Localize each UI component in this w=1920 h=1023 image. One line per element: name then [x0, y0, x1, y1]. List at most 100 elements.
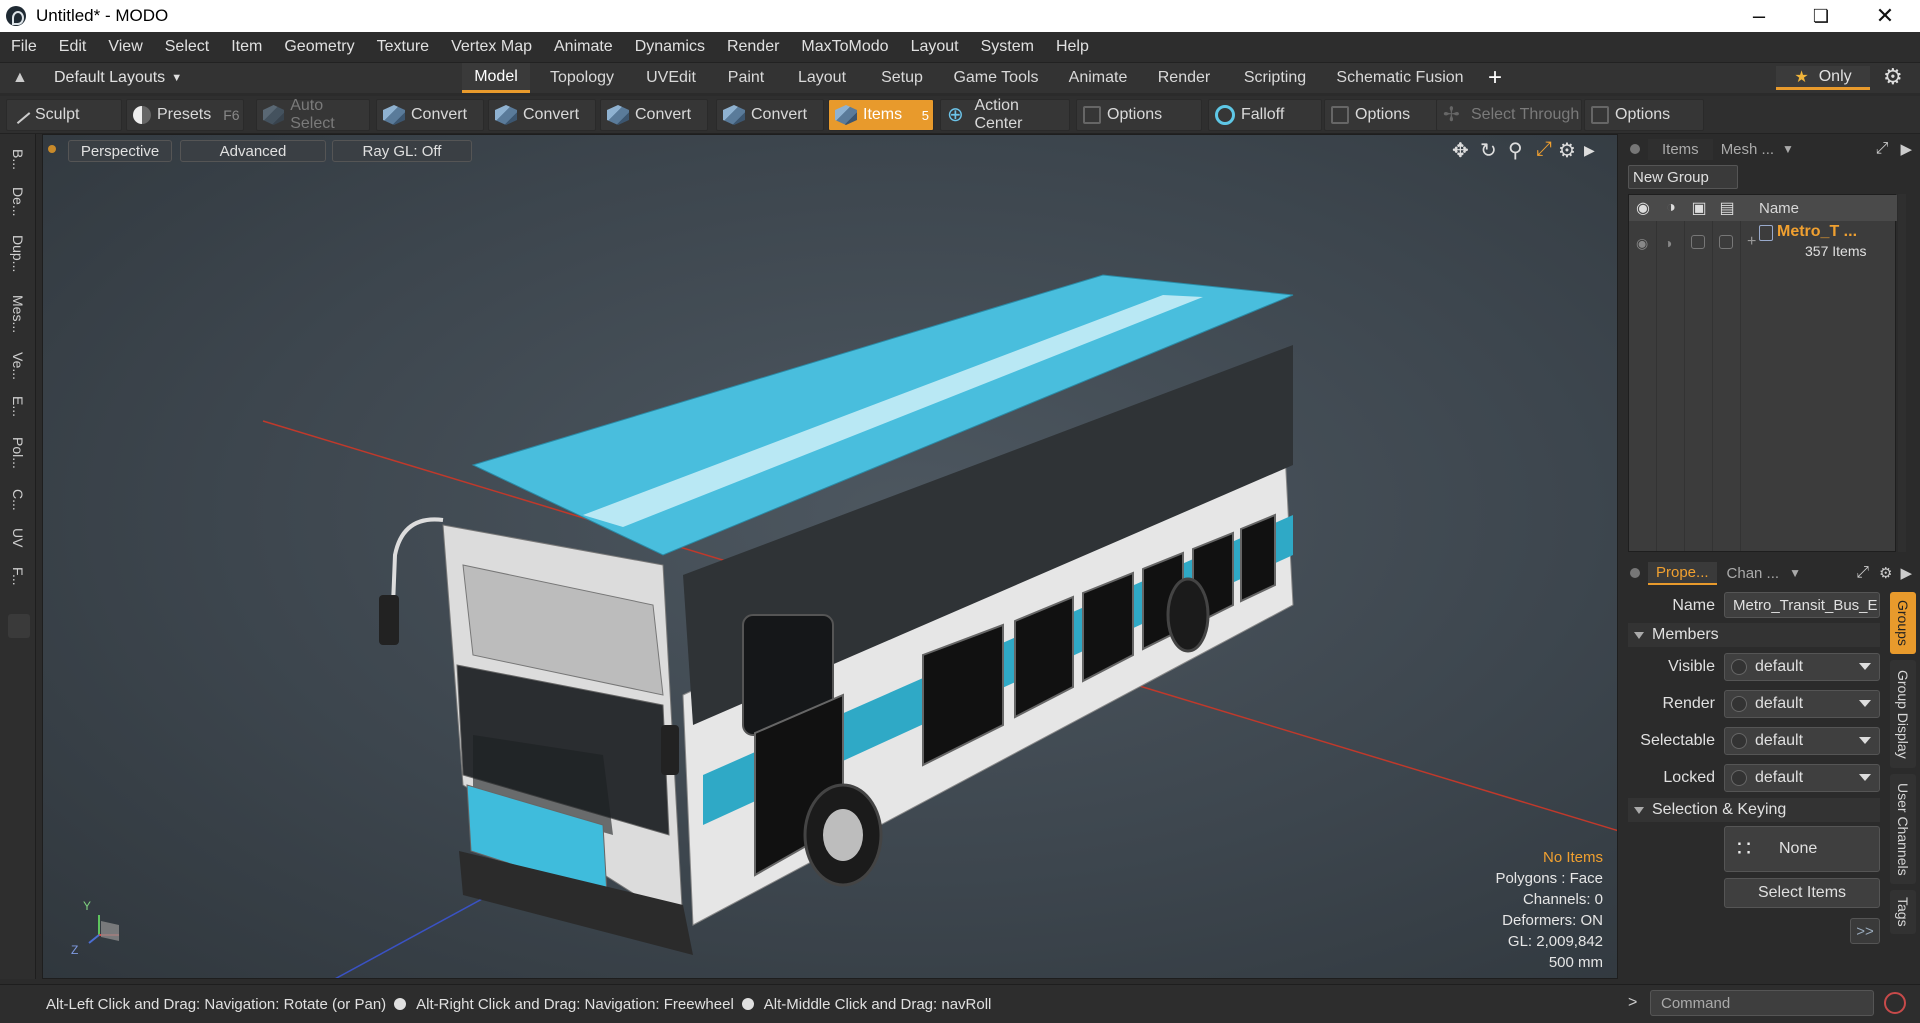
convert-button-3[interactable]: Convert — [600, 99, 708, 131]
sidetab-group-display[interactable]: Group Display — [1890, 660, 1916, 768]
3d-viewport[interactable]: Y Z No Items Polygons : Face Channels: 0… — [42, 134, 1618, 979]
panel-menu-icon[interactable]: ▶ — [1900, 564, 1912, 582]
viewport-gear-icon[interactable]: ⚙ — [1558, 138, 1576, 163]
select-cube-icon[interactable]: ▣ — [1685, 198, 1713, 218]
menu-file[interactable]: File — [0, 38, 48, 56]
action-center-button[interactable]: ⊕ Action Center — [940, 97, 1070, 132]
select-items-button[interactable]: Select Items — [1724, 878, 1880, 908]
more-options-button[interactable]: >> — [1850, 918, 1880, 944]
pan-move-icon[interactable]: ✥ — [1452, 138, 1469, 163]
tab-topology[interactable]: Topology — [540, 63, 624, 93]
new-group-button[interactable]: New Group — [1628, 165, 1738, 189]
menu-help[interactable]: Help — [1045, 38, 1100, 56]
tab-schematic-fusion[interactable]: Schematic Fusion — [1330, 63, 1470, 93]
visibility-eye-icon[interactable]: ◉ — [1629, 198, 1657, 218]
lefttab-edge[interactable]: E... — [6, 390, 30, 424]
menu-item[interactable]: Item — [220, 38, 273, 56]
menu-system[interactable]: System — [970, 38, 1045, 56]
render-icon[interactable]: ◑ — [1657, 199, 1685, 217]
sculpt-button[interactable]: Sculpt — [6, 99, 122, 131]
locked-dropdown[interactable]: default — [1724, 764, 1880, 792]
tab-setup[interactable]: Setup — [870, 63, 934, 93]
raygl-toggle-button[interactable]: Ray GL: Off — [332, 140, 472, 162]
expand-plus-icon[interactable]: + — [1747, 233, 1756, 251]
lefttab-duplicate[interactable]: Dup... — [6, 226, 30, 282]
menu-dynamics[interactable]: Dynamics — [624, 38, 716, 56]
add-tab-plus-icon[interactable]: + — [1480, 63, 1510, 93]
view-perspective-button[interactable]: Perspective — [68, 140, 172, 162]
sidetab-groups[interactable]: Groups — [1890, 592, 1916, 654]
tab-uvedit[interactable]: UVEdit — [634, 63, 708, 93]
expand-panel-icon[interactable]: ⤢ — [1876, 140, 1889, 158]
action-center-options-button[interactable]: Options — [1076, 99, 1202, 131]
maximize-viewport-icon[interactable]: ⤢ — [1536, 138, 1552, 161]
lefttab-curve[interactable]: C... — [6, 482, 30, 518]
lock-checkbox[interactable] — [1719, 235, 1733, 249]
gear-icon[interactable]: ⚙ — [1883, 64, 1903, 90]
groups-list-scrollbar[interactable] — [1898, 194, 1906, 552]
tab-layout[interactable]: Layout — [784, 63, 860, 93]
render-dropdown[interactable]: default — [1724, 690, 1880, 718]
menu-view[interactable]: View — [97, 38, 153, 56]
tab-channels[interactable]: Chan ... — [1717, 563, 1790, 584]
visible-dropdown[interactable]: default — [1724, 653, 1880, 681]
select-options-button[interactable]: Options — [1584, 99, 1704, 131]
menu-render[interactable]: Render — [716, 38, 790, 56]
command-input[interactable]: Command — [1650, 990, 1874, 1016]
tab-paint[interactable]: Paint — [718, 63, 774, 93]
lefttab-fusion[interactable]: F... — [6, 558, 30, 594]
auto-select-button[interactable]: Auto Select — [256, 97, 370, 132]
only-toggle[interactable]: ★ Only — [1776, 66, 1870, 90]
chevron-down-icon[interactable]: ▼ — [1789, 566, 1801, 580]
items-mode-button[interactable]: Items 5 — [828, 99, 934, 131]
zoom-icon[interactable]: ⚲ — [1508, 138, 1523, 163]
tab-animate[interactable]: Animate — [1058, 63, 1138, 93]
chevron-down-icon[interactable]: ▼ — [1782, 142, 1794, 156]
keying-none-button[interactable]: ∷ None — [1724, 826, 1880, 872]
menu-select[interactable]: Select — [154, 38, 220, 56]
convert-button-1[interactable]: Convert — [376, 99, 484, 131]
list-item[interactable]: ◉ ◑ + Metro_T ... 357 Items — [1629, 223, 1897, 265]
lefttab-polygon[interactable]: Pol... — [6, 428, 30, 478]
groups-list[interactable]: ◉ ◑ ▣ ▤ Name ◉ ◑ + Metro_T ... 357 Items — [1628, 194, 1897, 552]
collapse-up-icon[interactable]: ▲ — [12, 69, 28, 87]
lefttab-vertex[interactable]: Ve... — [6, 346, 30, 386]
menu-vertex-map[interactable]: Vertex Map — [440, 38, 543, 56]
visibility-eye-icon[interactable]: ◉ — [1636, 235, 1648, 252]
tab-mesh[interactable]: Mesh ... — [1713, 139, 1782, 160]
members-section[interactable]: Members — [1628, 623, 1880, 647]
sidetab-tags[interactable]: Tags — [1890, 890, 1916, 934]
sidetab-user-channels[interactable]: User Channels — [1890, 774, 1916, 884]
menu-geometry[interactable]: Geometry — [273, 38, 365, 56]
render-icon[interactable]: ◑ — [1664, 235, 1672, 251]
lock-cube-icon[interactable]: ▤ — [1713, 198, 1741, 218]
selectable-dropdown[interactable]: default — [1724, 727, 1880, 755]
gear-icon[interactable]: ⚙ — [1879, 564, 1892, 582]
tab-game-tools[interactable]: Game Tools — [944, 63, 1048, 93]
tab-properties[interactable]: Prope... — [1648, 561, 1717, 585]
viewport-menu-dot-icon[interactable] — [48, 145, 56, 153]
menu-animate[interactable]: Animate — [543, 38, 624, 56]
restore-button[interactable]: ❏ — [1796, 0, 1846, 32]
panel-dot-icon[interactable] — [1630, 568, 1640, 578]
menu-edit[interactable]: Edit — [48, 38, 98, 56]
falloff-options-button[interactable]: Options — [1324, 99, 1442, 131]
minimize-button[interactable]: – — [1734, 0, 1784, 32]
selection-keying-section[interactable]: Selection & Keying — [1628, 798, 1880, 822]
close-button[interactable]: ✕ — [1860, 0, 1910, 32]
menu-maxtomodo[interactable]: MaxToModo — [790, 38, 899, 56]
convert-button-4[interactable]: Convert — [716, 99, 824, 131]
select-checkbox[interactable] — [1691, 235, 1705, 249]
menu-layout[interactable]: Layout — [900, 38, 970, 56]
lefttab-uv[interactable]: UV — [6, 522, 30, 554]
lefttab-basic[interactable]: B... — [6, 142, 30, 178]
menu-texture[interactable]: Texture — [366, 38, 440, 56]
expand-panel-icon[interactable]: ⤢ — [1856, 564, 1869, 582]
lefttab-mesh[interactable]: Mes... — [6, 286, 30, 342]
record-icon[interactable] — [1884, 992, 1906, 1014]
lefttab-deform[interactable]: De... — [6, 182, 30, 222]
tab-items[interactable]: Items — [1648, 138, 1713, 160]
select-through-button[interactable]: ✢ Select Through — [1436, 99, 1582, 131]
rotate-icon[interactable]: ↻ — [1480, 138, 1497, 163]
shading-advanced-button[interactable]: Advanced — [180, 140, 326, 162]
